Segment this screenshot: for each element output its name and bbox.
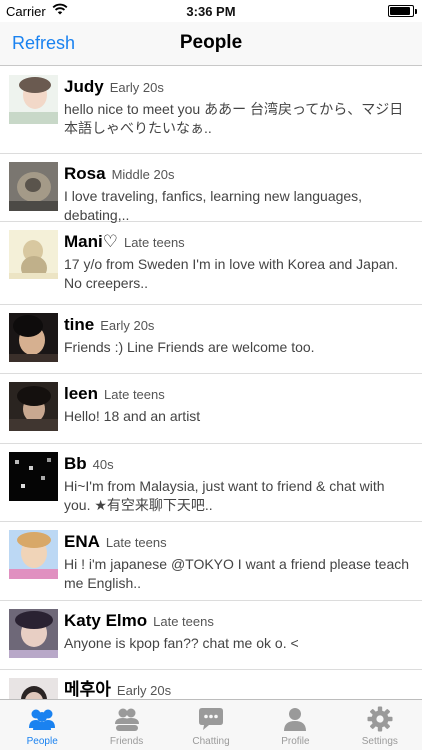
age-label: Late teens	[123, 235, 185, 250]
refresh-button[interactable]: Refresh	[12, 33, 75, 54]
navigation-bar: Refresh People	[0, 22, 422, 66]
age-label: 40s	[92, 457, 114, 472]
people-list[interactable]: Judy Early 20s hello nice to meet you ああー…	[0, 67, 422, 699]
avatar	[9, 530, 58, 579]
avatar	[9, 313, 58, 362]
person-message: Hi ! i'm japanese @TOKYO I want a friend…	[64, 556, 410, 591]
avatar	[9, 162, 58, 211]
person-name: Rosa	[64, 164, 106, 183]
tab-label: Profile	[281, 736, 310, 747]
age-label: Early 20s	[109, 80, 164, 95]
list-item[interactable]: 메후아 Early 20s	[0, 670, 422, 699]
tab-friends[interactable]: Friends	[84, 700, 168, 750]
age-label: Early 20s	[100, 318, 155, 333]
avatar	[9, 230, 58, 279]
person-name: leen	[64, 384, 99, 403]
list-item[interactable]: Mani♡ Late teens 17 y/o from Sweden I'm i…	[0, 222, 422, 305]
gear-icon	[367, 706, 393, 732]
friends-icon	[114, 708, 139, 731]
avatar	[9, 452, 58, 501]
person-name: Judy	[64, 77, 104, 96]
age-label: Middle 20s	[111, 167, 175, 182]
list-item[interactable]: Judy Early 20s hello nice to meet you ああー…	[0, 67, 422, 154]
age-label: Late teens	[105, 535, 167, 550]
avatar	[9, 382, 58, 431]
person-message: hello nice to meet you ああー 台湾戻ってから、マジ日本語…	[64, 101, 404, 136]
age-label: Late teens	[104, 387, 165, 402]
tab-bar: People Friends Chatting Profile Settings	[0, 699, 422, 750]
person-message: Hello! 18 and an artist	[64, 408, 201, 424]
clock: 3:36 PM	[186, 4, 236, 19]
tab-settings[interactable]: Settings	[338, 700, 422, 750]
profile-icon	[284, 708, 307, 731]
person-message: Hi~I'm from Malaysia, just want to frien…	[64, 478, 385, 513]
tab-chatting[interactable]: Chatting	[169, 700, 253, 750]
person-name: tine	[64, 315, 95, 334]
chat-bubble-icon	[199, 708, 224, 730]
tab-label: Chatting	[192, 736, 230, 747]
person-name: ENA	[64, 532, 100, 551]
avatar	[9, 678, 58, 699]
tab-profile[interactable]: Profile	[253, 700, 337, 750]
list-item[interactable]: tine Early 20s Friends :) Line Friends ar…	[0, 305, 422, 374]
tab-label: Settings	[361, 736, 398, 747]
person-name: 메후아	[64, 680, 111, 699]
list-item[interactable]: Katy Elmo Late teens Anyone is kpop fan??…	[0, 601, 422, 670]
list-item[interactable]: Rosa Middle 20s I love traveling, fanfics…	[0, 154, 422, 223]
age-label: Late teens	[153, 614, 214, 629]
list-item[interactable]: ENA Late teens Hi ! i'm japanese @TOKYO I…	[0, 522, 422, 601]
battery-icon	[388, 5, 417, 17]
tab-people[interactable]: People	[0, 700, 84, 750]
person-message: Anyone is kpop fan?? chat me ok o. <	[64, 635, 299, 651]
avatar	[9, 75, 58, 124]
person-message: I love traveling, fanfics, learning new …	[64, 188, 363, 223]
person-message: Friends :) Line Friends are welcome too.	[64, 339, 315, 355]
person-name: Bb	[64, 454, 87, 473]
age-label: Early 20s	[116, 683, 172, 698]
person-message: 17 y/o from Sweden I'm in love with Kore…	[64, 256, 399, 291]
tab-label: Friends	[109, 736, 144, 747]
people-icon	[29, 709, 56, 730]
avatar	[9, 609, 58, 658]
person-name: Mani♡	[64, 232, 118, 251]
tab-label: People	[26, 736, 58, 747]
list-item[interactable]: Bb 40s Hi~I'm from Malaysia, just want to…	[0, 444, 422, 522]
person-name: Katy Elmo	[64, 611, 148, 630]
list-item[interactable]: leen Late teens Hello! 18 and an artist	[0, 374, 422, 444]
status-bar: Carrier 3:36 PM	[0, 0, 422, 22]
